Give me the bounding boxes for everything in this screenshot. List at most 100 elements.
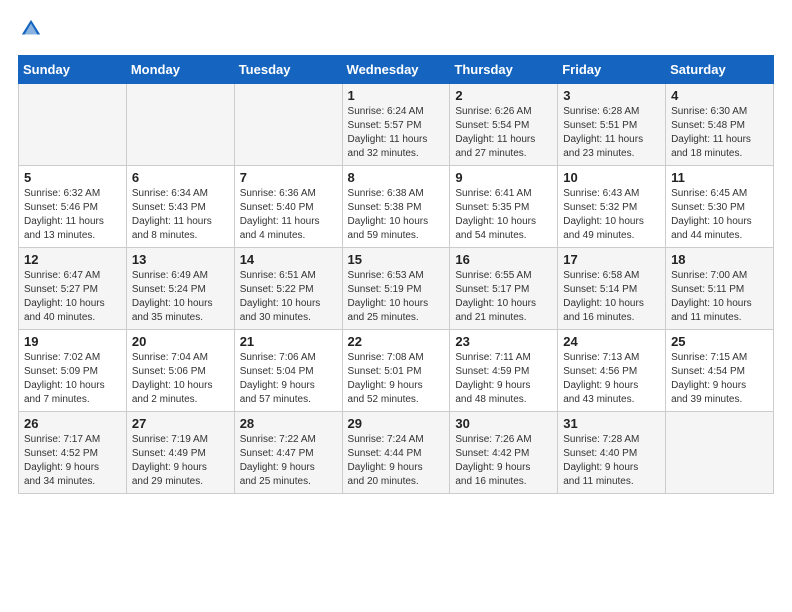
- weekday-header-row: SundayMondayTuesdayWednesdayThursdayFrid…: [19, 56, 774, 84]
- day-number: 23: [455, 334, 552, 349]
- weekday-header-wednesday: Wednesday: [342, 56, 450, 84]
- calendar-cell: 11 Sunrise: 6:45 AM Sunset: 5:30 PM Dayli…: [666, 166, 774, 248]
- weekday-header-saturday: Saturday: [666, 56, 774, 84]
- day-number: 24: [563, 334, 660, 349]
- day-info: Sunrise: 7:00 AM Sunset: 5:11 PM Dayligh…: [671, 269, 768, 325]
- day-number: 11: [671, 170, 768, 185]
- calendar-cell: 22 Sunrise: 7:08 AM Sunset: 5:01 PM Dayli…: [342, 330, 450, 412]
- calendar-cell: [19, 84, 127, 166]
- calendar-cell: [666, 412, 774, 494]
- day-info: Sunrise: 7:15 AM Sunset: 4:54 PM Dayligh…: [671, 351, 768, 407]
- calendar: SundayMondayTuesdayWednesdayThursdayFrid…: [18, 55, 774, 494]
- day-number: 5: [24, 170, 121, 185]
- day-info: Sunrise: 6:28 AM Sunset: 5:51 PM Dayligh…: [563, 105, 660, 161]
- calendar-cell: 23 Sunrise: 7:11 AM Sunset: 4:59 PM Dayli…: [450, 330, 558, 412]
- weekday-header-tuesday: Tuesday: [234, 56, 342, 84]
- day-info: Sunrise: 6:34 AM Sunset: 5:43 PM Dayligh…: [132, 187, 229, 243]
- calendar-cell: 9 Sunrise: 6:41 AM Sunset: 5:35 PM Daylig…: [450, 166, 558, 248]
- day-number: 26: [24, 416, 121, 431]
- day-info: Sunrise: 6:38 AM Sunset: 5:38 PM Dayligh…: [348, 187, 445, 243]
- calendar-cell: 20 Sunrise: 7:04 AM Sunset: 5:06 PM Dayli…: [126, 330, 234, 412]
- day-number: 9: [455, 170, 552, 185]
- calendar-cell: 5 Sunrise: 6:32 AM Sunset: 5:46 PM Daylig…: [19, 166, 127, 248]
- day-info: Sunrise: 6:43 AM Sunset: 5:32 PM Dayligh…: [563, 187, 660, 243]
- day-number: 4: [671, 88, 768, 103]
- calendar-cell: 28Sunrise: 7:22 AM Sunset: 4:47 PM Dayli…: [234, 412, 342, 494]
- day-info: Sunrise: 7:19 AM Sunset: 4:49 PM Dayligh…: [132, 433, 229, 489]
- calendar-cell: 7Sunrise: 6:36 AM Sunset: 5:40 PM Daylig…: [234, 166, 342, 248]
- day-info: Sunrise: 6:26 AM Sunset: 5:54 PM Dayligh…: [455, 105, 552, 161]
- day-number: 21: [240, 334, 337, 349]
- day-number: 27: [132, 416, 229, 431]
- day-number: 3: [563, 88, 660, 103]
- calendar-cell: 29 Sunrise: 7:24 AM Sunset: 4:44 PM Dayli…: [342, 412, 450, 494]
- day-number: 20: [132, 334, 229, 349]
- day-info: Sunrise: 7:08 AM Sunset: 5:01 PM Dayligh…: [348, 351, 445, 407]
- calendar-cell: 16Sunrise: 6:55 AM Sunset: 5:17 PM Dayli…: [450, 248, 558, 330]
- day-number: 10: [563, 170, 660, 185]
- header: [18, 18, 774, 45]
- calendar-cell: 14 Sunrise: 6:51 AM Sunset: 5:22 PM Dayli…: [234, 248, 342, 330]
- day-number: 17: [563, 252, 660, 267]
- calendar-week-row: 26 Sunrise: 7:17 AM Sunset: 4:52 PM Dayli…: [19, 412, 774, 494]
- calendar-cell: 31 Sunrise: 7:28 AM Sunset: 4:40 PM Dayli…: [558, 412, 666, 494]
- calendar-cell: 13 Sunrise: 6:49 AM Sunset: 5:24 PM Dayli…: [126, 248, 234, 330]
- day-info: Sunrise: 7:13 AM Sunset: 4:56 PM Dayligh…: [563, 351, 660, 407]
- day-info: Sunrise: 6:49 AM Sunset: 5:24 PM Dayligh…: [132, 269, 229, 325]
- day-number: 18: [671, 252, 768, 267]
- calendar-cell: 4 Sunrise: 6:30 AM Sunset: 5:48 PM Daylig…: [666, 84, 774, 166]
- day-number: 28: [240, 416, 337, 431]
- day-info: Sunrise: 7:26 AM Sunset: 4:42 PM Dayligh…: [455, 433, 552, 489]
- calendar-week-row: 5 Sunrise: 6:32 AM Sunset: 5:46 PM Daylig…: [19, 166, 774, 248]
- calendar-cell: 2Sunrise: 6:26 AM Sunset: 5:54 PM Daylig…: [450, 84, 558, 166]
- day-info: Sunrise: 6:32 AM Sunset: 5:46 PM Dayligh…: [24, 187, 121, 243]
- day-info: Sunrise: 6:51 AM Sunset: 5:22 PM Dayligh…: [240, 269, 337, 325]
- calendar-week-row: 12Sunrise: 6:47 AM Sunset: 5:27 PM Dayli…: [19, 248, 774, 330]
- calendar-cell: 27 Sunrise: 7:19 AM Sunset: 4:49 PM Dayli…: [126, 412, 234, 494]
- calendar-cell: 18 Sunrise: 7:00 AM Sunset: 5:11 PM Dayli…: [666, 248, 774, 330]
- calendar-cell: 25Sunrise: 7:15 AM Sunset: 4:54 PM Dayli…: [666, 330, 774, 412]
- day-number: 19: [24, 334, 121, 349]
- calendar-week-row: 19 Sunrise: 7:02 AM Sunset: 5:09 PM Dayli…: [19, 330, 774, 412]
- calendar-cell: 3 Sunrise: 6:28 AM Sunset: 5:51 PM Daylig…: [558, 84, 666, 166]
- day-info: Sunrise: 6:53 AM Sunset: 5:19 PM Dayligh…: [348, 269, 445, 325]
- calendar-cell: 21 Sunrise: 7:06 AM Sunset: 5:04 PM Dayli…: [234, 330, 342, 412]
- day-info: Sunrise: 6:41 AM Sunset: 5:35 PM Dayligh…: [455, 187, 552, 243]
- day-info: Sunrise: 7:04 AM Sunset: 5:06 PM Dayligh…: [132, 351, 229, 407]
- calendar-cell: 8Sunrise: 6:38 AM Sunset: 5:38 PM Daylig…: [342, 166, 450, 248]
- day-number: 22: [348, 334, 445, 349]
- day-number: 13: [132, 252, 229, 267]
- day-info: Sunrise: 7:24 AM Sunset: 4:44 PM Dayligh…: [348, 433, 445, 489]
- day-info: Sunrise: 6:55 AM Sunset: 5:17 PM Dayligh…: [455, 269, 552, 325]
- weekday-header-sunday: Sunday: [19, 56, 127, 84]
- day-info: Sunrise: 7:28 AM Sunset: 4:40 PM Dayligh…: [563, 433, 660, 489]
- calendar-week-row: 1Sunrise: 6:24 AM Sunset: 5:57 PM Daylig…: [19, 84, 774, 166]
- weekday-header-monday: Monday: [126, 56, 234, 84]
- page: SundayMondayTuesdayWednesdayThursdayFrid…: [0, 0, 792, 504]
- day-info: Sunrise: 6:36 AM Sunset: 5:40 PM Dayligh…: [240, 187, 337, 243]
- logo-icon: [20, 18, 42, 40]
- calendar-cell: 12Sunrise: 6:47 AM Sunset: 5:27 PM Dayli…: [19, 248, 127, 330]
- day-info: Sunrise: 6:47 AM Sunset: 5:27 PM Dayligh…: [24, 269, 121, 325]
- weekday-header-thursday: Thursday: [450, 56, 558, 84]
- day-number: 14: [240, 252, 337, 267]
- day-info: Sunrise: 7:06 AM Sunset: 5:04 PM Dayligh…: [240, 351, 337, 407]
- weekday-header-friday: Friday: [558, 56, 666, 84]
- day-info: Sunrise: 6:45 AM Sunset: 5:30 PM Dayligh…: [671, 187, 768, 243]
- calendar-cell: 30Sunrise: 7:26 AM Sunset: 4:42 PM Dayli…: [450, 412, 558, 494]
- day-info: Sunrise: 7:11 AM Sunset: 4:59 PM Dayligh…: [455, 351, 552, 407]
- calendar-cell: 10 Sunrise: 6:43 AM Sunset: 5:32 PM Dayli…: [558, 166, 666, 248]
- calendar-cell: 6 Sunrise: 6:34 AM Sunset: 5:43 PM Daylig…: [126, 166, 234, 248]
- day-number: 29: [348, 416, 445, 431]
- calendar-cell: 26 Sunrise: 7:17 AM Sunset: 4:52 PM Dayli…: [19, 412, 127, 494]
- day-info: Sunrise: 6:30 AM Sunset: 5:48 PM Dayligh…: [671, 105, 768, 161]
- day-info: Sunrise: 7:17 AM Sunset: 4:52 PM Dayligh…: [24, 433, 121, 489]
- day-number: 15: [348, 252, 445, 267]
- calendar-cell: [126, 84, 234, 166]
- day-number: 1: [348, 88, 445, 103]
- day-number: 6: [132, 170, 229, 185]
- day-info: Sunrise: 7:02 AM Sunset: 5:09 PM Dayligh…: [24, 351, 121, 407]
- day-number: 31: [563, 416, 660, 431]
- calendar-cell: 17 Sunrise: 6:58 AM Sunset: 5:14 PM Dayli…: [558, 248, 666, 330]
- day-info: Sunrise: 6:58 AM Sunset: 5:14 PM Dayligh…: [563, 269, 660, 325]
